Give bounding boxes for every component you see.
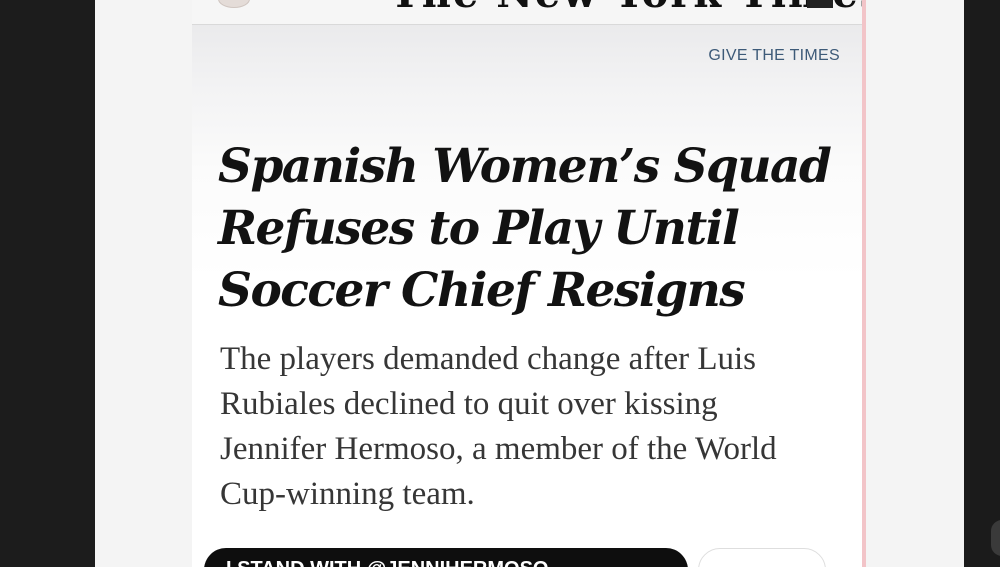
background-panel-right: [866, 0, 964, 567]
masthead-logo[interactable]: The New York Times: [390, 0, 862, 17]
article-headline[interactable]: Spanish Women’s Squad Refuses to Play Un…: [218, 136, 833, 322]
secondary-sticker[interactable]: [698, 548, 826, 567]
seal-icon: [218, 0, 250, 8]
masthead-bar: The New York Times: [192, 0, 862, 25]
article-summary: The players demanded change after Luis R…: [220, 341, 777, 512]
screen-edge: [964, 0, 1000, 567]
story-screen: The New York Times GIVE THE TIMES Spanis…: [0, 0, 1000, 567]
article-card[interactable]: The New York Times GIVE THE TIMES Spanis…: [192, 0, 866, 567]
stand-with-sticker[interactable]: I STAND WITH @JENNIHERMOSO: [204, 548, 688, 567]
give-the-times-link[interactable]: GIVE THE TIMES: [708, 47, 840, 65]
menu-icon[interactable]: [807, 0, 833, 8]
background-panel-left: [95, 0, 192, 567]
side-handle[interactable]: [991, 520, 1000, 556]
